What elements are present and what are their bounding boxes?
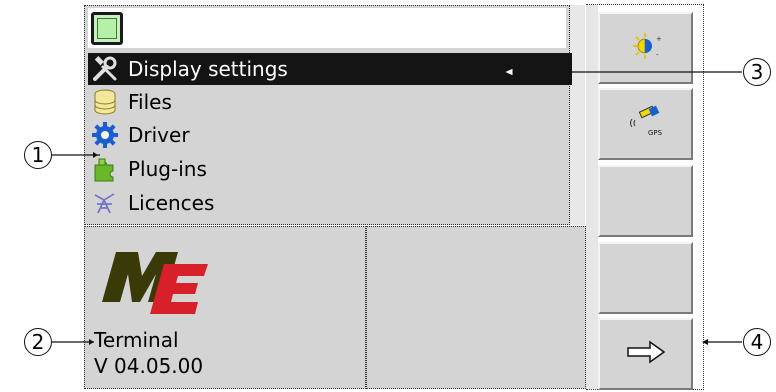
callout-4: 4 (743, 328, 771, 356)
callout-1: 1 (24, 141, 52, 169)
callout-3: 3 (743, 58, 771, 86)
callout-2: 2 (24, 328, 52, 356)
callout-lines (52, 67, 742, 345)
